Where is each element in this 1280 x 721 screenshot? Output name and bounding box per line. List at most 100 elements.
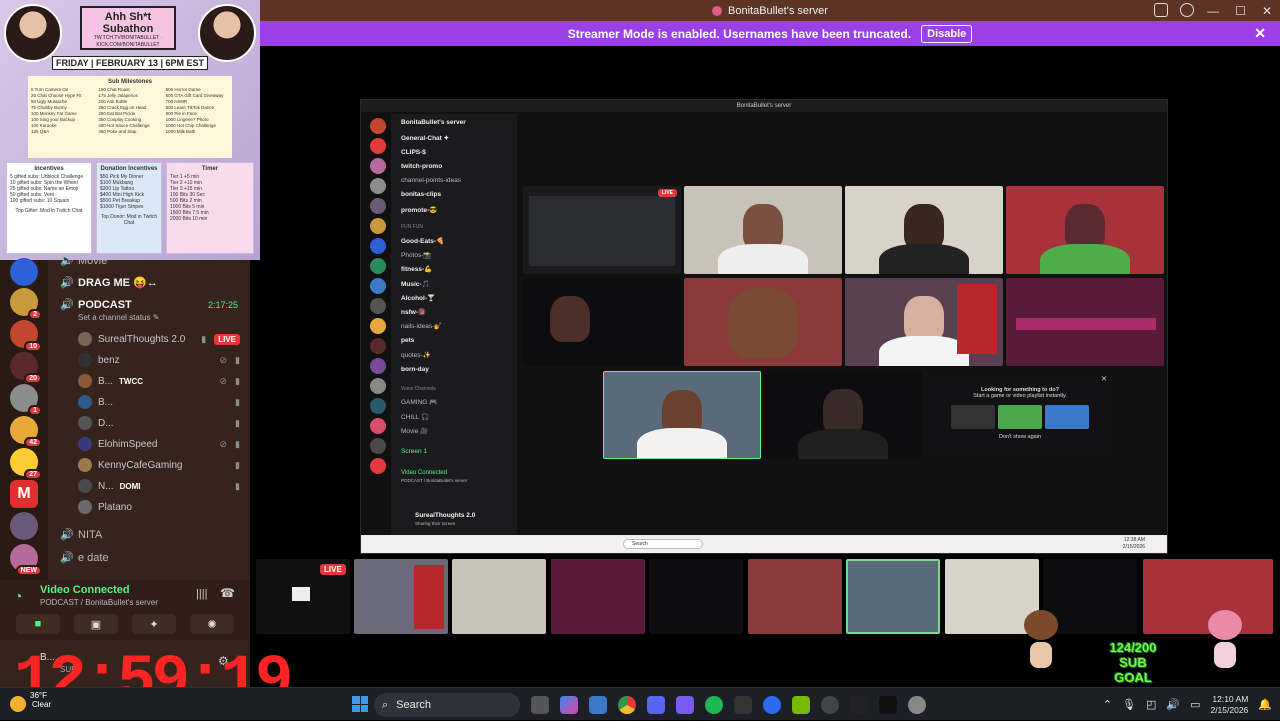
mic-muted-icon: ⊘ xyxy=(219,354,228,365)
nvidia-icon[interactable] xyxy=(792,696,810,714)
copilot-icon[interactable] xyxy=(560,696,578,714)
clock-time: 12:10 AM xyxy=(1212,693,1249,704)
shared-channel: channel-points-ideas xyxy=(401,177,461,184)
notification-bell-icon[interactable]: 🔔 xyxy=(1258,698,1272,711)
voice-user[interactable]: D... ▮ xyxy=(78,416,240,430)
channel-nita[interactable]: 🔊 NITA xyxy=(60,528,102,542)
activities-button[interactable]: ✦ xyxy=(132,614,176,634)
shared-screen-share-label: Screen 1 xyxy=(401,448,428,455)
noise-suppression-icon[interactable]: |||| xyxy=(196,588,207,600)
store-icon[interactable] xyxy=(589,696,607,714)
strip-tile[interactable] xyxy=(551,559,645,634)
guild-icon-m[interactable]: M xyxy=(10,480,38,508)
avatar xyxy=(78,458,92,472)
task-view-icon[interactable] xyxy=(531,696,549,714)
incentives-footer: Top Gifter: Mod in Twitch Chat xyxy=(15,208,83,214)
voice-user[interactable]: benz ⊘ ▮ xyxy=(78,353,240,367)
shared-channel: promote-😎 xyxy=(401,207,438,214)
guild-icon[interactable]: 42 xyxy=(10,416,42,448)
discord-icon[interactable] xyxy=(647,696,665,714)
channel-status-prompt[interactable]: Set a channel status ✎ xyxy=(78,313,159,322)
donation-footer: Top Donor: Mod in Twitch Chat xyxy=(100,214,158,226)
guild-icon[interactable]: 10 xyxy=(10,320,42,352)
weather-widget[interactable]: 36°F Clear xyxy=(30,691,51,709)
voice-user[interactable]: ElohimSpeed ⊘ ▮ xyxy=(78,437,240,451)
disconnect-icon[interactable]: ☎ xyxy=(220,586,235,600)
share-screen-button[interactable]: ▣ xyxy=(74,614,118,634)
milestone-item: 125 Q&A xyxy=(31,129,50,134)
user-tag: TWCC xyxy=(119,376,144,386)
prompt-close-icon[interactable]: ✕ xyxy=(1101,375,1107,383)
tiktok-icon[interactable] xyxy=(879,696,897,714)
obs-icon[interactable] xyxy=(821,696,839,714)
controller-icon[interactable] xyxy=(676,696,694,714)
chrome-icon[interactable] xyxy=(618,696,636,714)
clock[interactable]: 12:10 AM 2/15/2026 xyxy=(1210,694,1248,716)
strip-tile[interactable] xyxy=(354,559,448,634)
channel-e-date[interactable]: 🔊 e date xyxy=(60,551,109,565)
strip-tile[interactable] xyxy=(649,559,743,634)
game-blocks[interactable] xyxy=(998,405,1042,429)
minimize-icon[interactable]: — xyxy=(1207,4,1219,18)
start-icon[interactable] xyxy=(352,696,368,712)
channel-podcast[interactable]: 🔊 PODCAST 2:17:25 xyxy=(60,298,238,312)
battery-icon[interactable]: ▭ xyxy=(1190,698,1200,711)
sub-goal: 124/200 SUB GOAL xyxy=(1100,640,1166,685)
strip-tile-screen[interactable]: LIVE xyxy=(256,559,350,634)
voice-connection-panel: ◔ Video Connected PODCAST / BonitaBullet… xyxy=(0,580,250,640)
shared-screen: BonitaBullet's server BonitaBullet's ser… xyxy=(360,99,1168,554)
app-icon[interactable] xyxy=(908,696,926,714)
guild-icon[interactable] xyxy=(10,512,38,540)
voice-user[interactable]: B... ▮ xyxy=(78,395,240,409)
disable-streamer-mode-button[interactable]: Disable xyxy=(921,24,973,43)
poster-title-line1: Ahh Sh*t xyxy=(104,11,152,23)
app-icon[interactable] xyxy=(850,696,868,714)
guild-icon[interactable]: 20 xyxy=(10,352,42,384)
avatar xyxy=(78,353,92,367)
voice-user[interactable]: SurealThoughts 2.0 ▮ LIVE xyxy=(78,332,240,346)
voice-user[interactable]: N... DOMI ▮ xyxy=(78,479,240,493)
strip-tile[interactable] xyxy=(748,559,842,634)
game-fallout[interactable] xyxy=(951,405,995,429)
channel-drag-me[interactable]: 🔊 DRAG ME 😝↔ xyxy=(60,276,158,289)
soundboard-button[interactable]: ✺ xyxy=(190,614,234,634)
voice-user[interactable]: Platano xyxy=(78,500,240,514)
taskbar-search[interactable]: ⌕ Search xyxy=(374,693,520,717)
game-party[interactable] xyxy=(1045,405,1089,429)
guild-badge: 20 xyxy=(24,373,42,384)
chevron-up-icon[interactable]: ⌃ xyxy=(1103,698,1112,711)
spotify-icon[interactable] xyxy=(705,696,723,714)
window-titlebar: BonitaBullet's server — ☐ ✕ xyxy=(260,0,1280,21)
guild-icon[interactable]: 2 xyxy=(10,288,42,320)
voice-status-subtitle[interactable]: PODCAST / BonitaBullet's server xyxy=(40,598,158,607)
banner-close-icon[interactable]: ✕ xyxy=(1254,25,1266,42)
close-icon[interactable]: ✕ xyxy=(1262,4,1272,18)
guild-icon[interactable]: 27 xyxy=(10,448,42,480)
epic-games-icon[interactable] xyxy=(734,696,752,714)
app-icon[interactable] xyxy=(763,696,781,714)
voice-user[interactable]: KennyCafeGaming ▮ xyxy=(78,458,240,472)
video-icon: ▮ xyxy=(235,354,240,365)
dont-show-again-checkbox[interactable]: Don't show again xyxy=(927,434,1113,440)
strip-tile-selected[interactable] xyxy=(846,559,940,634)
strip-tile[interactable] xyxy=(452,559,546,634)
guild-icon[interactable]: 1 xyxy=(10,384,42,416)
weather-icon[interactable] xyxy=(10,696,26,712)
mic-icon[interactable]: 🎙 xyxy=(1122,698,1136,711)
shared-window-title: BonitaBullet's server xyxy=(361,100,1167,112)
help-icon[interactable] xyxy=(1180,3,1194,17)
voice-status-title[interactable]: Video Connected xyxy=(40,584,130,596)
channel-movie[interactable]: 🔊 Movie xyxy=(60,254,107,268)
voice-user[interactable]: B... TWCC ⊘ ▮ xyxy=(78,374,240,388)
guild-icon[interactable] xyxy=(10,258,38,286)
maximize-icon[interactable]: ☐ xyxy=(1235,4,1246,18)
camera-button[interactable]: ■ xyxy=(16,614,60,634)
live-badge: LIVE xyxy=(657,189,677,197)
inbox-icon[interactable] xyxy=(1154,3,1168,17)
volume-icon[interactable]: 🔊 xyxy=(1166,698,1180,711)
guild-icon[interactable]: NEW xyxy=(10,544,42,576)
shared-channel: CLIPS-$ xyxy=(401,149,426,156)
activity-prompt: ✕ Looking for something to do? Start a g… xyxy=(927,371,1113,457)
network-icon[interactable]: ◰ xyxy=(1146,698,1156,711)
poster-avatar-right xyxy=(198,4,256,62)
